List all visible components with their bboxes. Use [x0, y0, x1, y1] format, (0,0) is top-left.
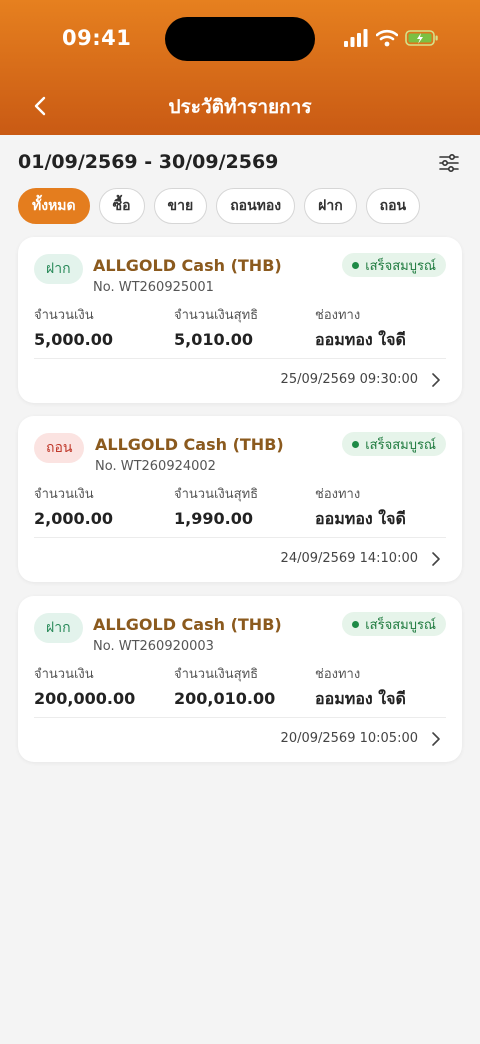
channel-label: ช่องทาง: [315, 308, 361, 323]
product-name: ALLGOLD Cash (THB): [93, 256, 282, 275]
amount-label: จำนวนเงิน: [34, 667, 94, 682]
channel-value: ออมทอง ใจดี: [315, 330, 406, 349]
sliders-icon: [439, 154, 459, 172]
net-amount-column: จำนวนเงินสุทธิ 5,010.00: [174, 308, 258, 350]
net-amount-label: จำนวนเงินสุทธิ: [174, 308, 259, 323]
chip-deposit[interactable]: ฝาก: [304, 188, 357, 224]
date-range: 01/09/2569 - 30/09/2569: [18, 151, 279, 173]
transaction-datetime: 24/09/2569 14:10:00: [280, 551, 418, 566]
transaction-number: No. WT260920003: [93, 639, 214, 654]
status-badge: เสร็จสมบูรณ์: [342, 612, 446, 636]
status-bar: 09:41: [0, 0, 480, 78]
divider: [34, 537, 446, 538]
transaction-number: No. WT260925001: [93, 280, 214, 295]
status-badge: เสร็จสมบูรณ์: [342, 432, 446, 456]
chevron-right-icon: [432, 552, 440, 566]
transaction-card[interactable]: ฝาก ALLGOLD Cash (THB) No. WT260925001 เ…: [18, 237, 462, 403]
date-range-row: 01/09/2569 - 30/09/2569: [18, 150, 462, 176]
status-dot-icon: [352, 440, 360, 448]
net-amount-column: จำนวนเงินสุทธิ 1,990.00: [174, 487, 258, 529]
status-label: เสร็จสมบูรณ์: [365, 617, 436, 633]
page-title: ประวัติทำรายการ: [168, 96, 312, 118]
amount-column: จำนวนเงิน 2,000.00: [34, 487, 113, 529]
wifi-icon: [376, 29, 398, 47]
chip-withdraw[interactable]: ถอน: [365, 188, 421, 224]
battery-icon: [405, 30, 438, 46]
product-name: ALLGOLD Cash (THB): [93, 615, 282, 634]
channel-column: ช่องทาง ออมทอง ใจดี: [315, 487, 406, 529]
amount-value: 200,000.00: [34, 689, 136, 708]
channel-value: ออมทอง ใจดี: [315, 509, 406, 528]
divider: [34, 717, 446, 718]
signal-icon: [344, 29, 368, 47]
amount-column: จำนวนเงิน 200,000.00: [34, 667, 135, 709]
divider: [34, 358, 446, 359]
channel-column: ช่องทาง ออมทอง ใจดี: [315, 308, 406, 350]
status-label: เสร็จสมบูรณ์: [365, 437, 436, 453]
filter-chips: ทั้งหมด ซื้อ ขาย ถอนทอง ฝาก ถอน: [18, 188, 421, 224]
channel-label: ช่องทาง: [315, 667, 361, 682]
net-amount-value: 200,010.00: [174, 689, 276, 708]
amount-label: จำนวนเงิน: [34, 487, 94, 502]
dynamic-island: [165, 17, 315, 61]
chip-sell[interactable]: ขาย: [153, 188, 208, 224]
channel-label: ช่องทาง: [315, 487, 361, 502]
product-name: ALLGOLD Cash (THB): [95, 435, 284, 454]
net-amount-label: จำนวนเงินสุทธิ: [174, 667, 259, 682]
channel-column: ช่องทาง ออมทอง ใจดี: [315, 667, 406, 709]
status-time: 09:41: [62, 26, 132, 50]
chip-all[interactable]: ทั้งหมด: [18, 188, 90, 224]
net-amount-value: 1,990.00: [174, 509, 253, 528]
status-badge: เสร็จสมบูรณ์: [342, 253, 446, 277]
type-badge: ฝาก: [34, 613, 83, 643]
amount-value: 5,000.00: [34, 330, 113, 349]
filter-button[interactable]: [436, 150, 462, 176]
net-amount-label: จำนวนเงินสุทธิ: [174, 487, 259, 502]
status-dot-icon: [352, 620, 360, 628]
net-amount-value: 5,010.00: [174, 330, 253, 349]
chip-withdraw-gold[interactable]: ถอนทอง: [216, 188, 296, 224]
transaction-number: No. WT260924002: [95, 459, 216, 474]
transaction-card[interactable]: ฝาก ALLGOLD Cash (THB) No. WT260920003 เ…: [18, 596, 462, 762]
transaction-datetime: 20/09/2569 10:05:00: [280, 731, 418, 746]
status-dot-icon: [352, 261, 360, 269]
type-badge: ถอน: [34, 433, 85, 463]
chevron-right-icon: [432, 373, 440, 387]
amount-value: 2,000.00: [34, 509, 113, 528]
amount-label: จำนวนเงิน: [34, 308, 94, 323]
type-badge: ฝาก: [34, 254, 83, 284]
amount-column: จำนวนเงิน 5,000.00: [34, 308, 113, 350]
channel-value: ออมทอง ใจดี: [315, 689, 406, 708]
app-header: 09:41 ประวัติทำรายการ: [0, 0, 480, 135]
net-amount-column: จำนวนเงินสุทธิ 200,010.00: [174, 667, 275, 709]
transaction-datetime: 25/09/2569 09:30:00: [280, 372, 418, 387]
chevron-right-icon: [432, 732, 440, 746]
transaction-card[interactable]: ถอน ALLGOLD Cash (THB) No. WT260924002 เ…: [18, 416, 462, 582]
chip-buy[interactable]: ซื้อ: [98, 188, 145, 224]
status-label: เสร็จสมบูรณ์: [365, 258, 436, 274]
